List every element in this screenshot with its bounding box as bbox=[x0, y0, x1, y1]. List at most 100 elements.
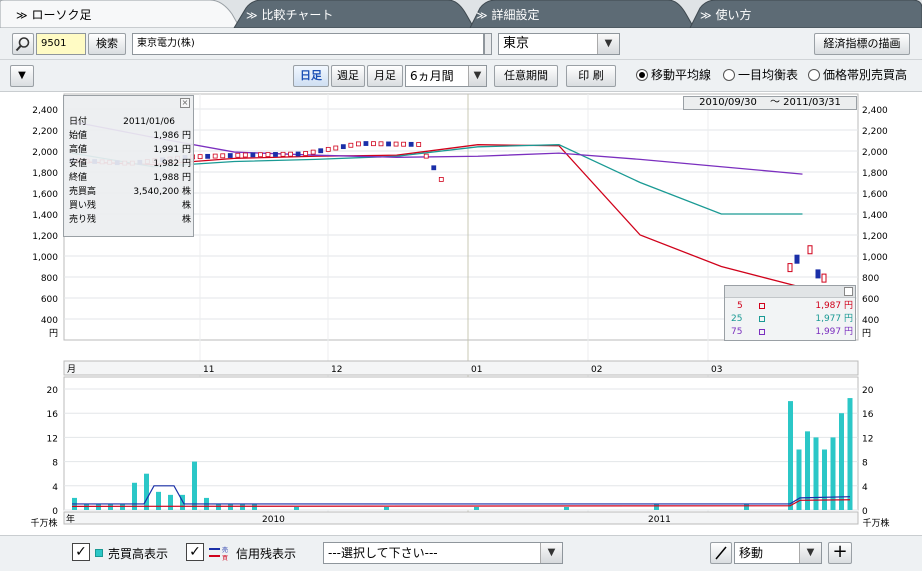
svg-text:売: 売 bbox=[222, 546, 228, 554]
color-swatch-icon bbox=[759, 329, 765, 335]
volume-checkbox[interactable]: ✓ bbox=[72, 543, 90, 561]
volume-bar bbox=[192, 461, 197, 510]
daily-button[interactable]: 日足 bbox=[293, 65, 329, 87]
volume-tick-label-right: 20 bbox=[862, 386, 874, 396]
radio-label: 価格帯別売買高 bbox=[823, 68, 908, 82]
search-icon-button[interactable] bbox=[12, 33, 34, 55]
candle bbox=[250, 152, 256, 158]
info-row: 安値 1,982 円 bbox=[69, 158, 191, 170]
menu-dropdown-button[interactable]: ▼ bbox=[10, 65, 34, 87]
tab-strip: ≫ ローソク足 ≫ 比較チャート ≫ 詳細設定 ≫ 使い方 bbox=[0, 0, 922, 28]
market-select[interactable]: 東京 ▼ bbox=[498, 33, 620, 55]
price-tick-label-left: 1,200 bbox=[32, 232, 58, 242]
volume-tick-label-left: 0 bbox=[52, 507, 58, 517]
volume-color-icon bbox=[95, 549, 103, 557]
candle bbox=[273, 152, 278, 157]
volume-tick-label-right: 0 bbox=[862, 507, 868, 517]
info-row: 売買高 3,540,200 株 bbox=[69, 186, 191, 198]
info-row: 日付 2011/01/06 bbox=[69, 116, 191, 128]
double-chevron-icon: ≫ bbox=[16, 9, 28, 22]
margin-checkbox[interactable]: ✓ bbox=[186, 543, 204, 561]
candle bbox=[295, 151, 301, 157]
month-label: 12 bbox=[331, 365, 342, 375]
weekly-button[interactable]: 週足 bbox=[331, 65, 365, 87]
search-button[interactable]: 検索 bbox=[88, 33, 126, 55]
monthly-button[interactable]: 月足 bbox=[367, 65, 403, 87]
volume-bar bbox=[822, 449, 827, 510]
tab-detailed-settings[interactable]: ≫ 詳細設定 bbox=[476, 6, 540, 23]
radio-dot bbox=[723, 69, 735, 81]
candle bbox=[318, 148, 324, 154]
price-tick-label-left: 2,200 bbox=[32, 127, 58, 137]
ticker-input[interactable]: 9501 bbox=[36, 33, 86, 55]
radio-volume-by-price[interactable]: 価格帯別売買高 bbox=[808, 66, 907, 84]
close-icon[interactable]: × bbox=[180, 98, 190, 108]
volume-bar bbox=[228, 503, 233, 510]
info-key: 買い残 bbox=[69, 201, 97, 211]
tab-comparison-chart[interactable]: ≫ 比較チャート bbox=[246, 6, 333, 23]
line-tool-button[interactable] bbox=[710, 542, 732, 564]
ma-period: 5 bbox=[737, 301, 743, 311]
info-key: 日付 bbox=[69, 117, 88, 127]
color-swatch-icon bbox=[759, 303, 765, 309]
tab-how-to-use[interactable]: ≫ 使い方 bbox=[700, 6, 752, 23]
candle bbox=[363, 141, 369, 146]
radio-moving-average[interactable]: 移動平均線 bbox=[636, 66, 711, 84]
month-label: 01 bbox=[471, 365, 482, 375]
margin-legend-icon: 売 買 bbox=[209, 546, 228, 561]
volume-tick-label-right: 8 bbox=[862, 459, 868, 469]
indicator-select[interactable]: ---選択して下さい--- ▼ bbox=[323, 542, 563, 564]
candle bbox=[205, 153, 211, 159]
price-tick-label-left: 1,600 bbox=[32, 190, 58, 200]
candle bbox=[787, 263, 793, 273]
volume-bar bbox=[216, 503, 221, 510]
info-row: 売り残 株 bbox=[69, 214, 191, 226]
volume-tick-label-right: 12 bbox=[862, 434, 873, 444]
chevron-down-icon: ▼ bbox=[799, 543, 821, 563]
info-value: 3,540,200 株 bbox=[133, 187, 191, 197]
ma-row-5: 5 1,987 円 bbox=[731, 300, 853, 312]
year-label: 2010 bbox=[262, 515, 285, 525]
candle bbox=[348, 142, 354, 148]
tab-label: 使い方 bbox=[715, 8, 752, 22]
price-unit-left: 円 bbox=[49, 328, 58, 339]
candle bbox=[340, 144, 346, 150]
info-value: 株 bbox=[181, 201, 191, 211]
radio-ichimoku[interactable]: 一目均衡表 bbox=[723, 66, 798, 84]
price-tick-label-left: 1,400 bbox=[32, 211, 58, 221]
mode-select[interactable]: 移動 ▼ bbox=[734, 542, 822, 564]
info-key: 始値 bbox=[69, 131, 88, 141]
candle bbox=[242, 152, 248, 158]
volume-bar bbox=[120, 503, 125, 510]
print-button[interactable]: 印 刷 bbox=[566, 65, 616, 87]
info-key: 売り残 bbox=[69, 215, 97, 225]
tab-label: ローソク足 bbox=[31, 8, 92, 22]
year-axis-strip bbox=[63, 511, 859, 525]
minimize-icon[interactable] bbox=[844, 287, 853, 296]
svg-text:買: 買 bbox=[222, 555, 228, 561]
info-key: 売買高 bbox=[69, 187, 97, 197]
volume-bar bbox=[788, 401, 793, 510]
price-tick-label-left: 2,000 bbox=[32, 148, 58, 158]
tab-strip-shapes bbox=[0, 0, 922, 28]
price-tick-label-right: 600 bbox=[862, 295, 879, 305]
color-swatch-icon bbox=[759, 316, 765, 322]
econ-indicator-button[interactable]: 経済指標の描画 bbox=[814, 33, 910, 55]
chevron-down-icon: ▼ bbox=[540, 543, 562, 563]
custom-period-button[interactable]: 任意期間 bbox=[494, 65, 558, 87]
tab-candlestick[interactable]: ≫ ローソク足 bbox=[16, 6, 92, 23]
volume-check-label: 売買高表示 bbox=[108, 547, 169, 561]
ma-row-75: 75 1,997 円 bbox=[731, 326, 853, 338]
candle bbox=[355, 141, 361, 147]
volume-tick-label-right: 4 bbox=[862, 483, 868, 493]
info-value: 株 bbox=[181, 215, 191, 225]
info-row: 高値 1,991 円 bbox=[69, 144, 191, 156]
info-value: 1,982 円 bbox=[153, 159, 191, 169]
candle bbox=[220, 153, 226, 159]
volume-tick-label-right: 16 bbox=[862, 410, 874, 420]
range-select[interactable]: 6ヵ月間 ▼ bbox=[405, 65, 487, 87]
price-tick-label-right: 2,400 bbox=[862, 106, 888, 116]
add-button[interactable]: + bbox=[828, 542, 852, 564]
candle bbox=[310, 149, 316, 155]
info-key: 安値 bbox=[69, 159, 88, 169]
